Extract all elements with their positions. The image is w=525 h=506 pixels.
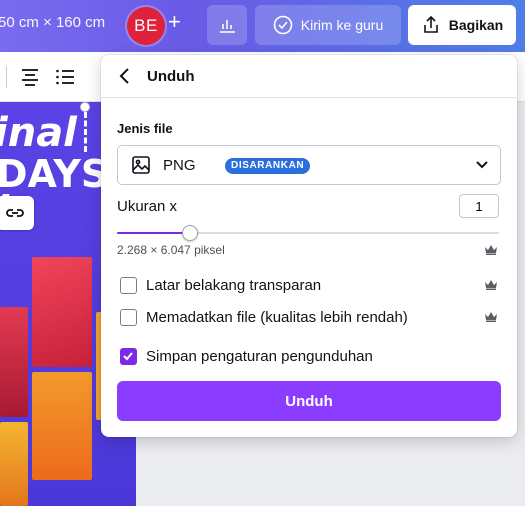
chevron-down-icon bbox=[476, 161, 488, 169]
size-label: Ukuran x bbox=[117, 198, 178, 215]
share-button[interactable]: Bagikan bbox=[408, 5, 516, 45]
back-arrow-icon[interactable] bbox=[117, 67, 133, 85]
file-type-select[interactable]: PNG DISARANKAN bbox=[117, 145, 501, 185]
link-button[interactable] bbox=[0, 196, 34, 230]
image-icon bbox=[132, 156, 150, 174]
file-type-label: Jenis file bbox=[117, 121, 173, 136]
insights-button[interactable] bbox=[207, 5, 247, 45]
send-to-teacher-label: Kirim ke guru bbox=[300, 17, 384, 33]
size-slider[interactable] bbox=[117, 225, 499, 241]
top-bar: 50 cm × 160 cm BE + Kirim ke guru Bagika… bbox=[0, 0, 525, 52]
download-panel-header: Unduh bbox=[101, 55, 517, 98]
pixel-dimensions: 2.268 × 6.047 piksel bbox=[117, 243, 225, 257]
align-center-icon[interactable] bbox=[20, 68, 40, 86]
crown-icon bbox=[485, 245, 497, 255]
design-photo-girl bbox=[0, 422, 28, 506]
transparent-background-label: Latar belakang transparan bbox=[146, 277, 322, 294]
recommended-badge: DISARANKAN bbox=[225, 158, 311, 174]
selection-handle[interactable] bbox=[80, 102, 90, 112]
add-collaborator-button[interactable]: + bbox=[168, 9, 181, 35]
share-upload-icon bbox=[423, 15, 438, 33]
user-avatar[interactable]: BE bbox=[127, 7, 165, 45]
save-settings-label: Simpan pengaturan pengunduhan bbox=[146, 348, 373, 365]
link-icon bbox=[6, 209, 24, 217]
design-photo-balloon bbox=[32, 372, 92, 480]
size-slider-fill bbox=[117, 232, 190, 234]
bullet-list-icon[interactable] bbox=[55, 68, 75, 86]
size-slider-thumb[interactable] bbox=[181, 225, 198, 241]
crown-icon bbox=[485, 280, 497, 290]
file-type-value: PNG bbox=[163, 157, 196, 174]
compress-file-checkbox[interactable] bbox=[120, 309, 137, 326]
design-dimensions[interactable]: 50 cm × 160 cm bbox=[0, 14, 105, 31]
crown-icon bbox=[485, 312, 497, 322]
toolbar-divider bbox=[6, 66, 7, 88]
save-settings-checkbox[interactable] bbox=[120, 348, 137, 365]
design-photo-gifts bbox=[0, 307, 28, 417]
transparent-background-checkbox[interactable] bbox=[120, 277, 137, 294]
size-input[interactable] bbox=[459, 194, 499, 218]
design-photo-woman bbox=[32, 257, 92, 367]
download-button[interactable]: Unduh bbox=[117, 381, 501, 421]
send-to-teacher-button[interactable]: Kirim ke guru bbox=[255, 5, 401, 45]
checkmark-icon bbox=[123, 352, 133, 361]
check-circle-icon bbox=[273, 15, 293, 35]
download-panel: Unduh Jenis file PNG DISARANKAN Ukuran x… bbox=[101, 55, 517, 437]
compress-file-label: Memadatkan file (kualitas lebih rendah) bbox=[146, 309, 408, 326]
selection-outline bbox=[84, 112, 87, 152]
panel-title: Unduh bbox=[147, 68, 195, 85]
bar-chart-icon bbox=[220, 20, 235, 33]
design-text-line1: inal bbox=[0, 110, 77, 156]
share-label: Bagikan bbox=[448, 17, 504, 33]
